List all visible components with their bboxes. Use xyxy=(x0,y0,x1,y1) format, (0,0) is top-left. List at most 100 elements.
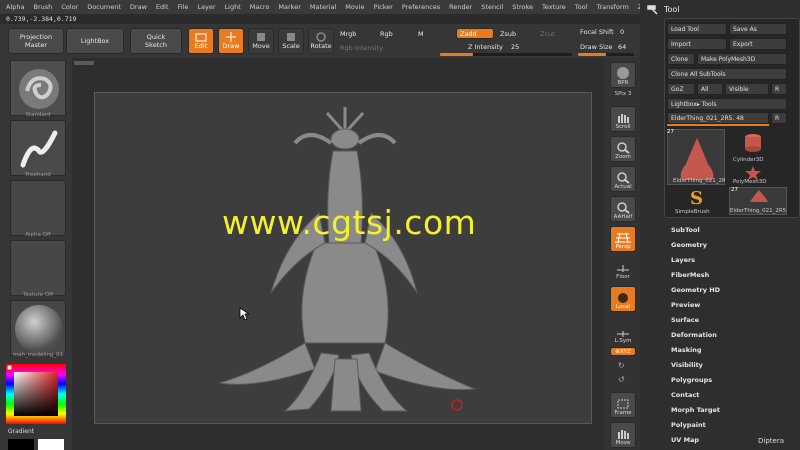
coordinates-readout: 0.739,-2.384,0.719 xyxy=(6,15,77,23)
menu-picker[interactable]: Picker xyxy=(374,3,393,11)
menu-tool[interactable]: Tool xyxy=(575,3,588,11)
load-tool-button[interactable]: Load Tool xyxy=(667,23,727,35)
top-toolbar: Projection Master LightBox Quick Sketch … xyxy=(0,24,640,58)
menu-stencil[interactable]: Stencil xyxy=(481,3,503,11)
floor-button[interactable]: Floor xyxy=(610,256,636,282)
projection-master-button[interactable]: Projection Master xyxy=(8,28,64,54)
zoom-button[interactable]: Zoom xyxy=(610,136,636,162)
tool-thumb-elderthing[interactable] xyxy=(667,129,725,185)
subpalette-layers[interactable]: Layers xyxy=(668,252,800,267)
import-button[interactable]: Import xyxy=(667,38,727,50)
move-view-button[interactable]: Move xyxy=(610,422,636,448)
menu-movie[interactable]: Movie xyxy=(345,3,364,11)
aahalf-button[interactable]: AAHalf xyxy=(610,196,636,222)
menu-texture[interactable]: Texture xyxy=(542,3,566,11)
zsub-toggle[interactable]: Zsub xyxy=(500,30,516,38)
xyz-button[interactable]: ⊕XYZ xyxy=(610,347,636,356)
rotate-free-icon[interactable]: ↺ xyxy=(618,375,625,384)
mrgb-toggle[interactable]: Mrgb xyxy=(340,30,356,38)
brush-thumbnail[interactable] xyxy=(10,60,66,116)
primary-color-swatch[interactable] xyxy=(38,439,64,450)
move-button[interactable]: Move xyxy=(248,28,274,54)
goz-button[interactable]: GoZ xyxy=(667,83,695,95)
goz-r-button[interactable]: R xyxy=(771,83,787,95)
subpalette-geometry-hd[interactable]: Geometry HD xyxy=(668,282,800,297)
current-tool-slider[interactable]: ElderThing_021_2R5. 48 xyxy=(667,112,769,124)
clone-button[interactable]: Clone xyxy=(667,53,695,65)
subpalette-preview[interactable]: Preview xyxy=(668,297,800,312)
menu-alpha[interactable]: Alpha xyxy=(6,3,24,11)
menu-light[interactable]: Light xyxy=(225,3,241,11)
rgb-toggle[interactable]: Rgb xyxy=(380,30,393,38)
menu-macro[interactable]: Macro xyxy=(250,3,270,11)
quick-sketch-button[interactable]: Quick Sketch xyxy=(130,28,182,54)
menu-document[interactable]: Document xyxy=(87,3,121,11)
menu-transform[interactable]: Transform xyxy=(596,3,628,11)
tool-palette-header[interactable]: Tool xyxy=(640,0,800,18)
color-picker[interactable] xyxy=(6,364,66,424)
draw-button[interactable]: Draw xyxy=(218,28,244,54)
rotate-axis-icon[interactable]: ↻ xyxy=(618,361,625,370)
subpalette-fibermesh[interactable]: FiberMesh xyxy=(668,267,800,282)
rotate-button[interactable]: Rotate xyxy=(308,28,334,54)
local-button[interactable]: Local xyxy=(610,286,636,312)
alpha-thumbnail[interactable] xyxy=(10,180,66,236)
canvas-scroll-handle[interactable] xyxy=(74,61,94,65)
lightbox-tools-button[interactable]: Lightbox▸ Tools xyxy=(667,98,787,110)
goz-visible-button[interactable]: Visible xyxy=(725,83,769,95)
subpalette-morph-target[interactable]: Morph Target xyxy=(668,402,800,417)
menu-render[interactable]: Render xyxy=(449,3,472,11)
bpr-button[interactable]: BPR xyxy=(610,62,636,88)
current-tool-r-button[interactable]: R xyxy=(771,112,787,124)
texture-thumbnail[interactable] xyxy=(10,240,66,296)
scale-button[interactable]: Scale xyxy=(278,28,304,54)
subpalette-deformation[interactable]: Deformation xyxy=(668,327,800,342)
lightbox-button[interactable]: LightBox xyxy=(66,28,124,54)
move-icon xyxy=(257,33,265,41)
subpalette-subtool[interactable]: SubTool xyxy=(668,222,800,237)
canvas-viewport[interactable] xyxy=(94,92,592,424)
menu-brush[interactable]: Brush xyxy=(33,3,52,11)
menu-color[interactable]: Color xyxy=(61,3,78,11)
scroll-button[interactable]: Scroll xyxy=(610,106,636,132)
subpalette-polygroups[interactable]: Polygroups xyxy=(668,372,800,387)
subpalette-surface[interactable]: Surface xyxy=(668,312,800,327)
zadd-toggle[interactable]: Zadd xyxy=(456,28,494,39)
z-intensity-slider[interactable] xyxy=(440,53,572,56)
menu-marker[interactable]: Marker xyxy=(278,3,300,11)
frame-button[interactable]: Frame xyxy=(610,392,636,418)
save-as-button[interactable]: Save As xyxy=(729,23,787,35)
tool-thumb-simplebrush[interactable]: S xyxy=(687,187,707,209)
persp-button[interactable]: Persp xyxy=(610,226,636,252)
clone-all-subtools-button[interactable]: Clone All SubTools xyxy=(667,68,787,80)
subpalette-contact[interactable]: Contact xyxy=(668,387,800,402)
actual-button[interactable]: Actual xyxy=(610,166,636,192)
subpalette-visibility[interactable]: Visibility xyxy=(668,357,800,372)
tool-thumb-cylinder[interactable] xyxy=(741,131,765,157)
menu-draw[interactable]: Draw xyxy=(130,3,147,11)
current-tool-slider-fill xyxy=(667,124,769,126)
zcut-toggle[interactable]: Zcut xyxy=(540,30,555,38)
secondary-color-swatch[interactable] xyxy=(8,439,34,450)
menu-edit[interactable]: Edit xyxy=(156,3,169,11)
export-button[interactable]: Export xyxy=(729,38,787,50)
menu-file[interactable]: File xyxy=(178,3,189,11)
subpalette-geometry[interactable]: Geometry xyxy=(668,237,800,252)
make-polymesh-button[interactable]: Make PolyMesh3D xyxy=(697,53,787,65)
stroke-thumbnail[interactable] xyxy=(10,120,66,176)
goz-all-button[interactable]: All xyxy=(697,83,723,95)
m-toggle[interactable]: M xyxy=(418,30,424,38)
zoom-label: Zoom xyxy=(615,154,631,160)
focal-shift-label: Focal Shift xyxy=(580,28,614,36)
subpalette-masking[interactable]: Masking xyxy=(668,342,800,357)
lsym-button[interactable]: L.Sym xyxy=(610,320,636,346)
edit-button[interactable]: Edit xyxy=(188,28,214,54)
menu-layer[interactable]: Layer xyxy=(197,3,215,11)
subpalette-polypaint[interactable]: Polypaint xyxy=(668,417,800,432)
material-thumbnail[interactable] xyxy=(10,300,66,356)
draw-size-slider[interactable] xyxy=(578,53,634,56)
menu-stroke[interactable]: Stroke xyxy=(512,3,533,11)
menu-preferences[interactable]: Preferences xyxy=(402,3,440,11)
spix-readout[interactable]: SPix 3 xyxy=(606,91,640,97)
menu-material[interactable]: Material xyxy=(310,3,336,11)
